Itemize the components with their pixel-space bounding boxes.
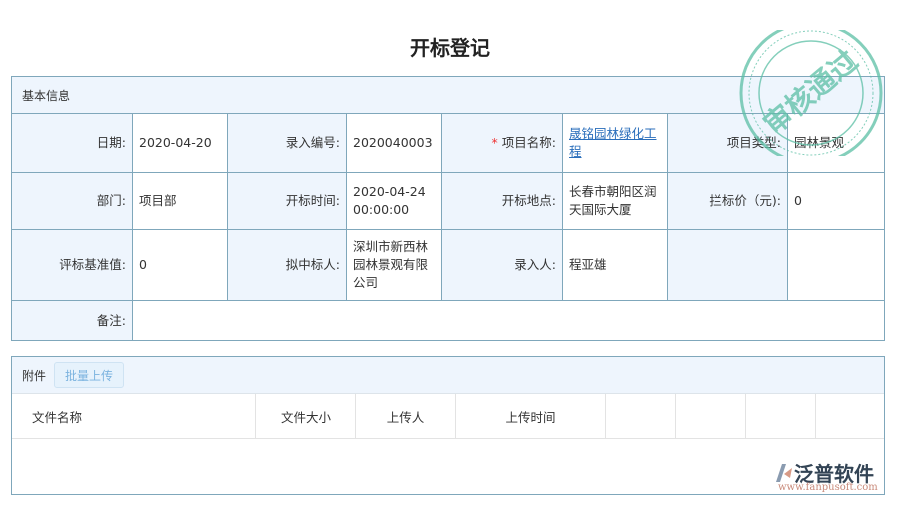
place-label: 开标地点:	[442, 173, 563, 230]
empty-value	[788, 230, 884, 301]
basic-info-header: 基本信息	[12, 77, 884, 114]
code-value: 2020040003	[347, 114, 442, 173]
base-value: 0	[133, 230, 228, 301]
project-label: * 项目名称:	[442, 114, 563, 173]
col-upload-time: 上传时间	[456, 394, 606, 438]
type-value: 园林景观	[788, 114, 884, 173]
col-empty	[606, 394, 676, 438]
price-label: 拦标价（元):	[668, 173, 788, 230]
date-label: 日期:	[12, 114, 133, 173]
open-time-value: 2020-04-24 00:00:00	[347, 173, 442, 230]
logo-url: www.fanpusoft.com	[778, 482, 878, 493]
dept-value: 项目部	[133, 173, 228, 230]
type-label: 项目类型:	[668, 114, 788, 173]
place-value: 长春市朝阳区润天国际大厦	[563, 173, 668, 230]
col-file-size: 文件大小	[256, 394, 356, 438]
remark-label: 备注:	[12, 301, 133, 340]
dept-label: 部门:	[12, 173, 133, 230]
attachment-table-header: 文件名称 文件大小 上传人 上传时间	[12, 394, 884, 439]
date-value: 2020-04-20	[133, 114, 228, 173]
empty-label	[668, 230, 788, 301]
remark-value	[133, 301, 884, 340]
logo-icon	[776, 463, 792, 482]
project-cell: 晟铭园林绿化工程	[563, 114, 668, 173]
col-uploader: 上传人	[356, 394, 456, 438]
col-empty	[676, 394, 746, 438]
required-asterisk: *	[491, 135, 498, 150]
col-empty	[816, 394, 884, 438]
batch-upload-button[interactable]: 批量上传	[54, 362, 125, 388]
open-time-label: 开标时间:	[228, 173, 347, 230]
entry-value: 程亚雄	[563, 230, 668, 301]
page-title: 开标登记	[410, 36, 490, 60]
attachment-title: 附件	[22, 368, 47, 383]
entry-label: 录入人:	[442, 230, 563, 301]
fanpu-logo: 泛普软件 www.fanpusoft.com	[772, 458, 878, 493]
winner-value: 深圳市新西林园林景观有限公司	[347, 230, 442, 301]
attachment-header: 附件 批量上传	[12, 357, 884, 394]
winner-label: 拟中标人:	[228, 230, 347, 301]
project-label-text: 项目名称:	[501, 135, 556, 150]
col-file-name: 文件名称	[12, 394, 256, 438]
price-value: 0	[788, 173, 884, 230]
project-link[interactable]: 晟铭园林绿化工程	[569, 125, 661, 161]
basic-info-panel: 基本信息 日期: 2020-04-20 录入编号: 2020040003 * 项目…	[11, 76, 885, 341]
attachment-panel: 附件 批量上传 文件名称 文件大小 上传人 上传时间	[11, 356, 885, 495]
col-empty	[746, 394, 816, 438]
code-label: 录入编号:	[228, 114, 347, 173]
base-label: 评标基准值:	[12, 230, 133, 301]
